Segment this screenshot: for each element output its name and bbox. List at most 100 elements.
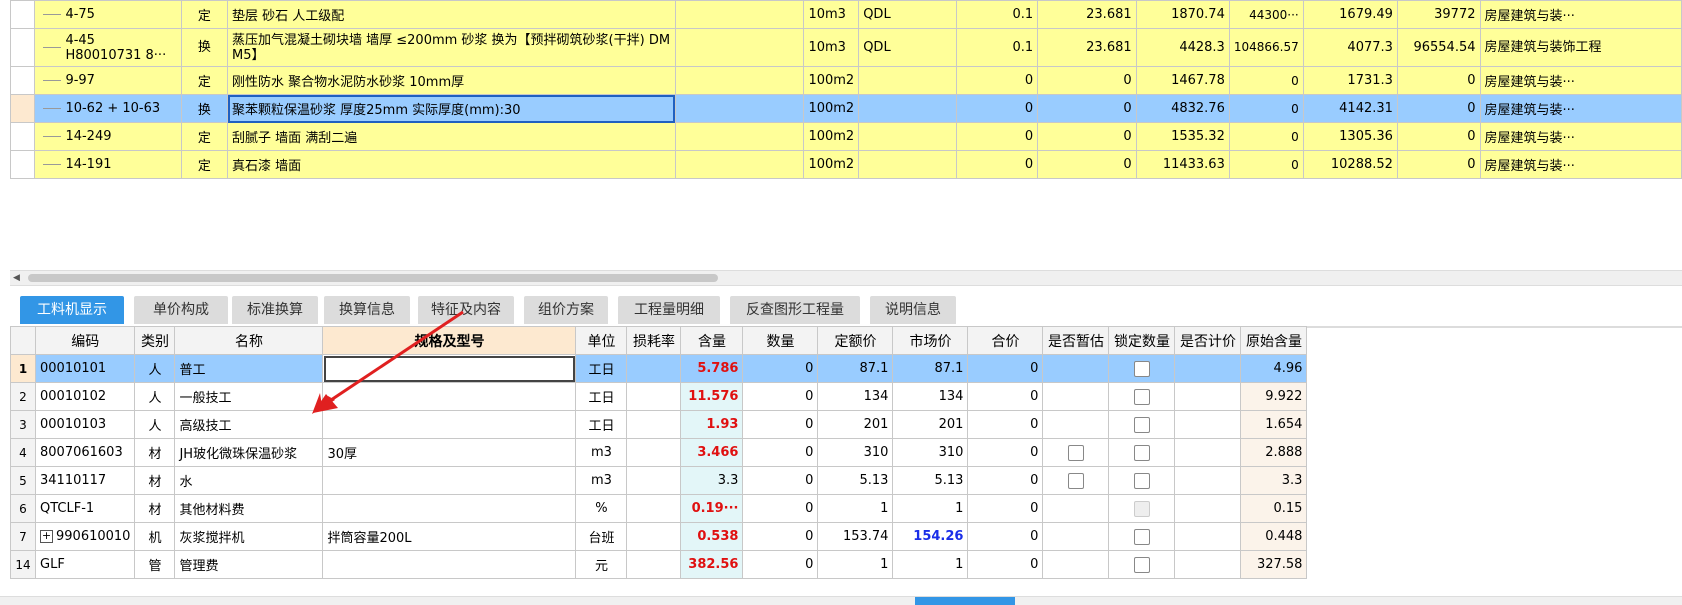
content-qty[interactable]: 3.466 [680, 438, 744, 467]
row-number[interactable]: 5 [10, 466, 36, 495]
row-header[interactable] [10, 66, 36, 95]
resource-code[interactable]: 8007061603 [34, 438, 136, 467]
is-priced[interactable] [1174, 438, 1242, 467]
checkbox[interactable] [1133, 388, 1150, 405]
quota-unit[interactable]: 100m2 [803, 94, 860, 123]
column-header-10[interactable]: 市场价 [892, 326, 969, 355]
market-price[interactable]: 134 [892, 382, 969, 411]
quota-unit[interactable]: 100m2 [803, 122, 860, 151]
specialty[interactable]: 房屋建筑与装··· [1479, 0, 1682, 29]
specialty[interactable]: 房屋建筑与装··· [1479, 122, 1682, 151]
is-provisional[interactable] [1042, 466, 1110, 495]
empty-cell[interactable] [674, 94, 805, 123]
quantity-expression[interactable] [858, 66, 958, 95]
quantity-value[interactable]: 23.681 [1037, 28, 1137, 67]
quantity-value[interactable]: 0 [1037, 94, 1137, 123]
column-header-8[interactable]: 数量 [742, 326, 819, 355]
quota-price[interactable]: 153.74 [817, 522, 894, 551]
original-price[interactable]: 1679.49 [1302, 0, 1398, 29]
resource-name[interactable]: 高级技工 [174, 410, 324, 439]
resource-row[interactable]: 1 00010101 人 普工 工日 5.786 0 87.1 87.1 0 4.96 [10, 354, 1308, 383]
checkbox[interactable] [1133, 556, 1150, 573]
row-number[interactable]: 6 [10, 494, 36, 523]
unit-price[interactable]: 1870.74 [1135, 0, 1230, 29]
quantity-expression[interactable] [858, 122, 958, 151]
is-priced[interactable] [1174, 522, 1242, 551]
resource-unit[interactable]: 工日 [575, 410, 628, 439]
resource-row[interactable]: 2 00010102 人 一般技工 工日 11.576 0 134 134 0 9.922 [10, 382, 1308, 411]
empty-cell[interactable] [674, 150, 805, 179]
resource-row[interactable]: 5 34110117 材 水 m3 3.3 0 5.13 5.13 0 3.3 [10, 466, 1308, 495]
quota-row[interactable]: 14-191 定 真石漆 墙面 100m2 0 0 11433.63 0 10288.52 0 房屋… [10, 150, 1682, 179]
quota-name[interactable]: 刚性防水 聚合物水泥防水砂浆 10mm厚 [227, 66, 676, 95]
lock-quantity[interactable] [1108, 354, 1176, 383]
content-value[interactable]: 0 [956, 150, 1039, 179]
resource-name[interactable]: 灰浆搅拌机 [174, 522, 324, 551]
resource-category[interactable]: 机 [134, 522, 176, 551]
specialty[interactable]: 房屋建筑与装··· [1479, 66, 1682, 95]
quantity-value[interactable]: 23.681 [1037, 0, 1137, 29]
is-priced[interactable] [1174, 466, 1242, 495]
quantity[interactable]: 0 [742, 382, 819, 411]
resource-category[interactable]: 人 [134, 410, 176, 439]
loss-rate[interactable] [626, 354, 682, 383]
content-value[interactable]: 0 [956, 66, 1039, 95]
original-price[interactable]: 4077.3 [1302, 28, 1398, 67]
column-header-13[interactable]: 锁定数量 [1108, 326, 1176, 355]
market-price[interactable]: 154.26 [892, 522, 969, 551]
quota-name[interactable]: 聚苯颗粒保温砂浆 厚度25mm 实际厚度(mm):30 [227, 94, 676, 123]
content-value[interactable]: 0 [956, 94, 1039, 123]
tab-8[interactable]: 说明信息 [870, 296, 956, 324]
resource-row[interactable]: 14 GLF 管 管理费 元 382.56 0 1 1 0 327.58 [10, 550, 1308, 579]
is-priced[interactable] [1174, 382, 1242, 411]
combined-price[interactable]: 104866.57 [1228, 28, 1304, 67]
tab-3[interactable]: 换算信息 [324, 296, 410, 324]
row-number[interactable]: 2 [10, 382, 36, 411]
resource-code[interactable]: 34110117 [34, 466, 136, 495]
loss-rate[interactable] [626, 466, 682, 495]
quota-price[interactable]: 134 [817, 382, 894, 411]
row-header[interactable] [10, 122, 36, 151]
loss-rate[interactable] [626, 382, 682, 411]
total-price[interactable]: 0 [967, 494, 1044, 523]
quota-code[interactable]: 14-249 [34, 122, 182, 151]
lock-quantity[interactable] [1108, 382, 1176, 411]
content-value[interactable]: 0.1 [956, 28, 1039, 67]
row-header[interactable] [10, 150, 36, 179]
resource-code[interactable]: 00010102 [34, 382, 136, 411]
quantity-expression[interactable]: QDL [858, 28, 958, 67]
total-value[interactable]: 0 [1396, 122, 1481, 151]
total-value[interactable]: 0 [1396, 66, 1481, 95]
resource-row[interactable]: 4 8007061603 材 JH玻化微珠保温砂浆 30厚 m3 3.466 0 310 310 0… [10, 438, 1308, 467]
loss-rate[interactable] [626, 550, 682, 579]
unit-price[interactable]: 1467.78 [1135, 66, 1230, 95]
column-header-7[interactable]: 含量 [680, 326, 744, 355]
resource-spec[interactable] [322, 354, 577, 383]
resource-name[interactable]: 普工 [174, 354, 324, 383]
quota-price[interactable]: 1 [817, 550, 894, 579]
resource-code[interactable]: +990610010 [34, 522, 136, 551]
empty-cell[interactable] [674, 0, 805, 29]
market-price[interactable]: 201 [892, 410, 969, 439]
tab-0[interactable]: 工料机显示 [20, 296, 124, 324]
loss-rate[interactable] [626, 494, 682, 523]
resource-row[interactable]: 6 QTCLF-1 材 其他材料费% 0.19··· 0 1 1 0 0.15 [10, 494, 1308, 523]
resource-code[interactable]: QTCLF-1 [34, 494, 136, 523]
empty-cell[interactable] [674, 66, 805, 95]
row-number[interactable]: 3 [10, 410, 36, 439]
original-content[interactable]: 327.58 [1240, 550, 1308, 579]
quantity[interactable]: 0 [742, 550, 819, 579]
combined-price[interactable]: 0 [1228, 122, 1304, 151]
is-provisional[interactable] [1042, 438, 1110, 467]
total-price[interactable]: 0 [967, 382, 1044, 411]
market-price[interactable]: 1 [892, 494, 969, 523]
market-price[interactable]: 1 [892, 550, 969, 579]
quota-price[interactable]: 201 [817, 410, 894, 439]
row-number[interactable]: 1 [10, 354, 36, 383]
column-header-5[interactable]: 单位 [575, 326, 628, 355]
column-header-1[interactable]: 编码 [34, 326, 136, 355]
column-header-14[interactable]: 是否计价 [1174, 326, 1242, 355]
total-price[interactable]: 0 [967, 410, 1044, 439]
quota-row[interactable]: 14-249 定 刮腻子 墙面 满刮二遍 100m2 0 0 1535.32 0 1305.36… [10, 122, 1682, 151]
content-qty[interactable]: 0.538 [680, 522, 744, 551]
